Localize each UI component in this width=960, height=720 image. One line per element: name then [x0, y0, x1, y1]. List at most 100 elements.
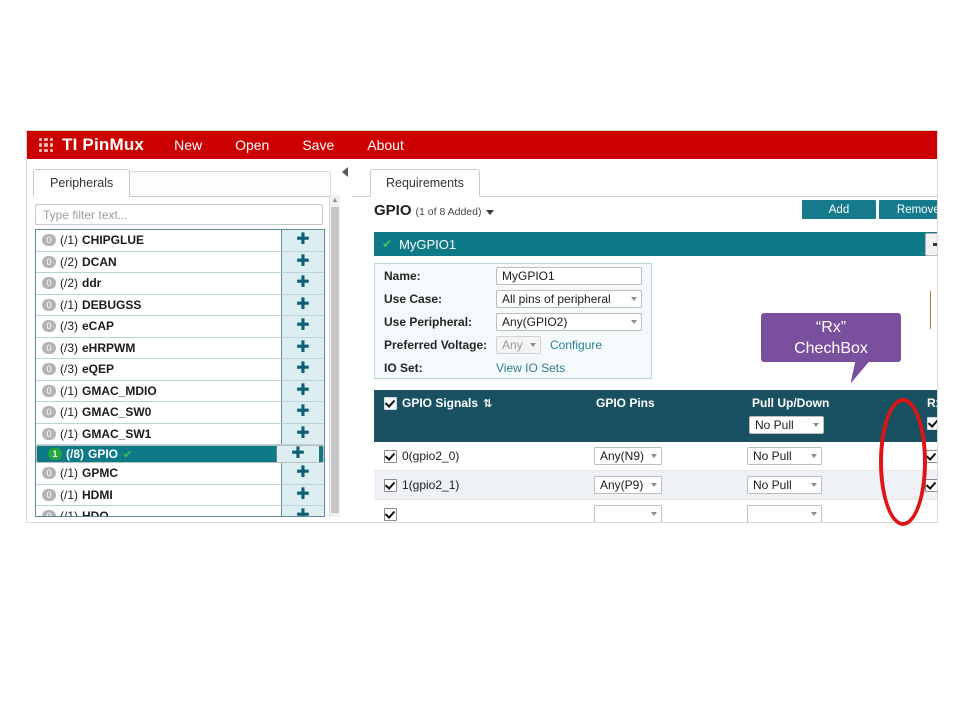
menu-item-open[interactable]: Open [235, 137, 269, 153]
add-peripheral-button[interactable] [281, 402, 324, 423]
column-header-pull[interactable]: Pull Up/Down [752, 396, 829, 410]
add-peripheral-button[interactable] [281, 251, 324, 272]
requirements-tabstrip: Requirements [352, 169, 937, 197]
instance-total: (/1) [60, 383, 78, 398]
add-peripheral-button[interactable] [281, 316, 324, 337]
minus-icon [932, 243, 937, 246]
peripheral-label: 0 (/1) GMAC_SW1 [36, 427, 281, 441]
instance-count-badge: 0 [42, 277, 56, 290]
pin-select[interactable]: Any(P9) [594, 476, 662, 494]
add-peripheral-button[interactable] [281, 294, 324, 315]
grid-apps-icon[interactable] [39, 138, 53, 152]
menu-item-about[interactable]: About [367, 137, 404, 153]
add-peripheral-button[interactable] [281, 506, 324, 516]
add-peripheral-button[interactable] [281, 380, 324, 401]
list-item[interactable]: 0 (/3) eQEP [36, 359, 324, 381]
pull-select[interactable]: No Pull [747, 476, 822, 494]
requirements-titlebar: GPIO (1 of 8 Added) Add Remove All [352, 200, 937, 228]
use-case-select[interactable]: All pins of peripheral [496, 289, 642, 308]
signal-checkbox[interactable] [384, 507, 397, 521]
instance-count-badge: 0 [42, 427, 56, 440]
peripheral-name: DEBUGSS [82, 297, 142, 312]
list-item[interactable]: 0 (/1) HDQ [36, 506, 324, 516]
bulk-rx-checkbox[interactable] [927, 417, 937, 435]
instance-count-badge: 0 [42, 510, 56, 516]
instance-total: (/3) [60, 319, 78, 334]
tab-peripherals[interactable]: Peripherals [33, 169, 131, 197]
instance-total: (/3) [60, 340, 78, 355]
peripheral-name: ddr [82, 276, 102, 291]
add-button[interactable]: Add [802, 200, 876, 219]
list-item[interactable]: 0 (/3) eCAP [36, 316, 324, 338]
bulk-pull-select[interactable]: No Pull [749, 416, 824, 434]
checkbox-icon [384, 397, 397, 410]
configure-link[interactable]: Configure [550, 338, 602, 352]
signal-cell: 0(gpio2_0) [384, 442, 459, 470]
scrollbar-thumb[interactable] [331, 207, 339, 513]
bulk-pull-select-box[interactable]: No Pull [749, 416, 824, 434]
table-row[interactable]: 0(gpio2_0) Any(N9) No Pull [374, 442, 937, 471]
peripheral-label: 0 (/1) HDQ [36, 509, 281, 516]
table-row[interactable] [374, 500, 937, 522]
sidebar-item-gpio[interactable]: 1 (/8) GPIO ✔ [36, 445, 324, 463]
pull-select[interactable] [747, 505, 822, 522]
list-item[interactable]: 0 (/3) eHRPWM [36, 337, 324, 359]
list-item[interactable]: 0 (/1) GPMC [36, 463, 324, 485]
add-peripheral-button[interactable] [281, 423, 324, 444]
collapse-left-icon[interactable] [342, 167, 348, 177]
use-peripheral-select[interactable]: Any(GPIO2) [496, 312, 642, 331]
rx-cell [925, 471, 937, 499]
pull-select[interactable]: No Pull [747, 447, 822, 465]
column-header-signals[interactable]: GPIO Signals ⇅ [402, 396, 492, 410]
panel-splitter[interactable] [340, 159, 352, 522]
form-value: All pins of peripheral [496, 289, 651, 308]
pin-select[interactable]: Any(N9) [594, 447, 662, 465]
list-item[interactable]: 0 (/2) DCAN [36, 251, 324, 273]
accordion-header-mygpio1[interactable]: ✔ MyGPIO1 [374, 232, 937, 256]
menu-item-save[interactable]: Save [302, 137, 334, 153]
peripherals-scrollbar[interactable]: ▲ [329, 195, 340, 517]
signal-label: 0(gpio2_0) [402, 449, 460, 463]
column-header-rx[interactable]: Rx [927, 396, 937, 410]
add-peripheral-button[interactable] [281, 359, 324, 380]
add-peripheral-button[interactable] [281, 337, 324, 358]
table-row[interactable]: 1(gpio2_1) Any(P9) No Pull [374, 471, 937, 500]
signal-checkbox[interactable] [384, 478, 397, 492]
list-item[interactable]: 0 (/1) CHIPGLUE [36, 230, 324, 252]
peripheral-label: 0 (/1) GMAC_MDIO [36, 384, 281, 398]
instance-total: (/1) [60, 233, 78, 248]
chevron-down-icon [651, 454, 657, 458]
column-header-pins[interactable]: GPIO Pins [596, 396, 655, 410]
list-item[interactable]: 0 (/1) GMAC_MDIO [36, 380, 324, 402]
scroll-up-icon[interactable]: ▲ [330, 195, 340, 206]
rx-checkbox[interactable] [925, 478, 937, 492]
list-item[interactable]: 0 (/1) GMAC_SW1 [36, 423, 324, 445]
list-item[interactable]: 0 (/1) DEBUGSS [36, 294, 324, 316]
collapse-accordion-button[interactable] [925, 233, 937, 256]
instance-total: (/3) [60, 362, 78, 377]
add-peripheral-button[interactable] [281, 484, 324, 505]
remove-all-button[interactable]: Remove All [879, 200, 937, 219]
add-peripheral-button[interactable] [281, 230, 324, 251]
peripheral-name: HDMI [82, 487, 113, 502]
list-item[interactable]: 0 (/2) ddr [36, 273, 324, 295]
signal-checkbox[interactable] [384, 449, 397, 463]
app-brand-title: TI PinMux [62, 135, 145, 154]
pin-select[interactable] [594, 505, 662, 522]
peripherals-filter-input[interactable]: Type filter text... [35, 204, 323, 225]
form-value: MyGPIO1 [496, 266, 651, 285]
tab-requirements[interactable]: Requirements [370, 169, 480, 197]
list-item[interactable]: 0 (/1) HDMI [36, 484, 324, 506]
view-io-sets-link[interactable]: View IO Sets [496, 361, 565, 375]
name-input[interactable]: MyGPIO1 [496, 266, 642, 285]
chevron-down-icon[interactable] [486, 210, 495, 215]
add-peripheral-button[interactable] [276, 446, 319, 462]
form-value: Any(GPIO2) [496, 312, 651, 331]
add-peripheral-button[interactable] [281, 463, 324, 484]
list-item[interactable]: 0 (/1) GMAC_SW0 [36, 402, 324, 424]
select-all-checkbox[interactable] [384, 397, 397, 415]
menu-item-new[interactable]: New [174, 137, 202, 153]
pull-cell [747, 500, 822, 522]
preferred-voltage-select[interactable]: Any [496, 335, 541, 354]
add-peripheral-button[interactable] [281, 273, 324, 294]
